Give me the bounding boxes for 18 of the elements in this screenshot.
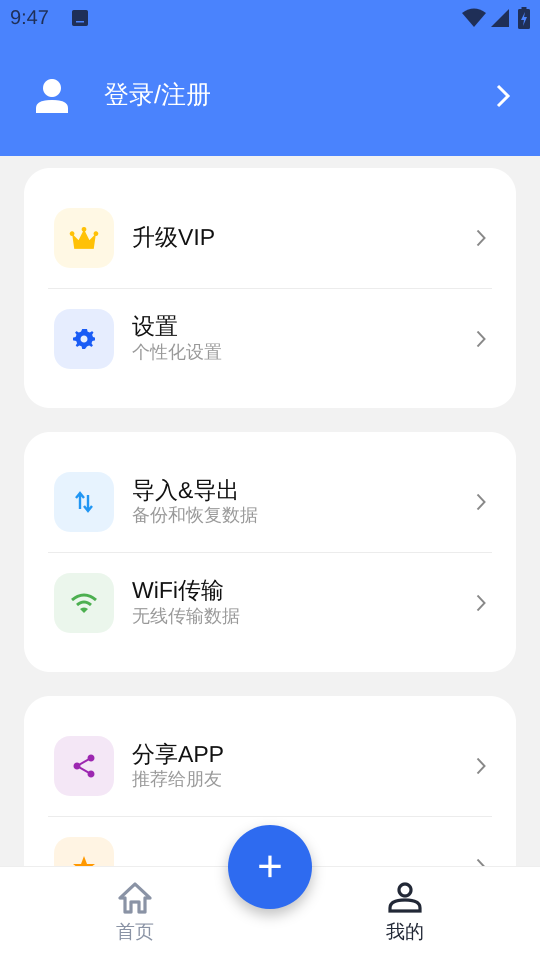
person-icon	[387, 881, 423, 915]
signal-icon	[490, 8, 510, 28]
menu-item-title[interactable]: WiFi传输	[132, 577, 476, 605]
menu-item-title[interactable]: 设置	[132, 313, 476, 341]
menu-item-subtitle: 备份和恢复数据	[132, 504, 259, 528]
menu-item-subtitle: 个性化设置	[132, 340, 223, 364]
menu-item-title[interactable]: 导入&导出	[132, 476, 476, 504]
menu-item-title[interactable]: 升级VIP	[132, 224, 476, 252]
keyboard-icon	[70, 9, 89, 27]
menu-item-subtitle: 推荐给朋友	[132, 768, 223, 792]
person-icon	[36, 79, 68, 113]
menu-item-subtitle: 无线传输数据	[132, 604, 241, 628]
login-link[interactable]: 登录/注册	[104, 77, 496, 115]
battery-icon	[518, 7, 530, 29]
wifi-icon	[462, 8, 486, 28]
menu-item-title[interactable]: 分享APP	[132, 740, 476, 768]
home-icon	[117, 881, 153, 915]
status-time: 9:47	[10, 6, 49, 31]
